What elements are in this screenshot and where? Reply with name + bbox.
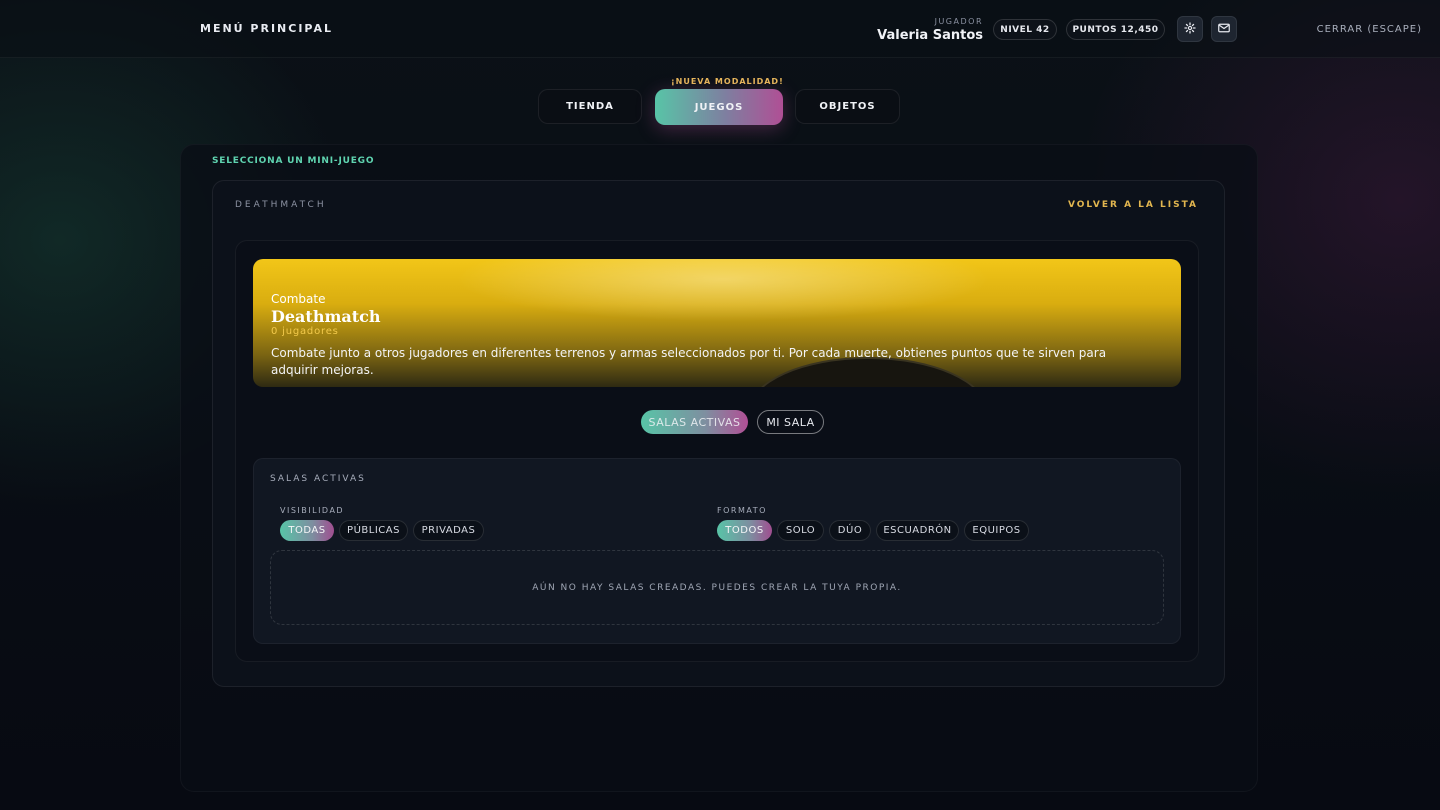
filter-todas[interactable]: TODAS (280, 520, 334, 541)
tab-tienda[interactable]: TIENDA (538, 89, 642, 124)
mail-button[interactable] (1211, 16, 1237, 42)
rooms-title: SALAS ACTIVAS (270, 474, 366, 484)
new-mode-badge: ¡NUEVA MODALIDAD! (671, 77, 784, 86)
format-solo[interactable]: SOLO (777, 520, 824, 541)
empty-rooms-message: AÚN NO HAY SALAS CREADAS. PUEDES CREAR L… (270, 550, 1164, 625)
game-title: Deathmatch (271, 307, 381, 326)
format-todos[interactable]: TODOS (717, 520, 772, 541)
game-category: Combate (271, 292, 326, 306)
subtab-salas-activas-label: SALAS ACTIVAS (648, 415, 741, 429)
mail-icon (1218, 22, 1230, 36)
filter-publicas[interactable]: PÚBLICAS (339, 520, 408, 541)
level-badge: NIVEL 42 (993, 19, 1057, 40)
format-duo[interactable]: DÚO (829, 520, 871, 541)
format-equipos[interactable]: EQUIPOS (964, 520, 1029, 541)
subtab-mi-sala[interactable]: MI SALA (757, 410, 824, 434)
format-label: FORMATO (717, 506, 767, 515)
points-badge: PUNTOS 12,450 (1066, 19, 1165, 40)
visibility-label: VISIBILIDAD (280, 506, 345, 515)
game-banner: Combate Deathmatch 0 jugadores Combate j… (253, 259, 1181, 387)
subtab-salas-activas[interactable]: SALAS ACTIVAS (641, 410, 748, 434)
player-count: 0 jugadores (271, 326, 339, 337)
tab-juegos[interactable]: JUEGOS (655, 89, 783, 125)
gear-icon (1184, 21, 1196, 37)
game-label: DEATHMATCH (235, 200, 327, 210)
player-info: JUGADOR Valeria Santos (877, 17, 983, 43)
filter-privadas[interactable]: PRIVADAS (413, 520, 484, 541)
main-tabs: ¡NUEVA MODALIDAD! TIENDA JUEGOS OBJETOS (538, 76, 900, 126)
game-description: Combate junto a otros jugadores en difer… (271, 346, 1107, 377)
player-name: Valeria Santos (877, 28, 983, 43)
back-to-list-link[interactable]: VOLVER A LA LISTA (1068, 200, 1198, 210)
menu-title: MENÚ PRINCIPAL (200, 22, 333, 35)
format-escuadron[interactable]: ESCUADRÓN (876, 520, 959, 541)
player-label: JUGADOR (934, 17, 983, 26)
top-bar: MENÚ PRINCIPAL JUGADOR Valeria Santos NI… (0, 0, 1440, 58)
close-button[interactable]: CERRAR (ESCAPE) (1317, 24, 1422, 35)
settings-button[interactable] (1177, 16, 1203, 42)
select-minigame-label: SELECCIONA UN MINI-JUEGO (212, 156, 375, 166)
tab-objetos[interactable]: OBJETOS (795, 89, 900, 124)
